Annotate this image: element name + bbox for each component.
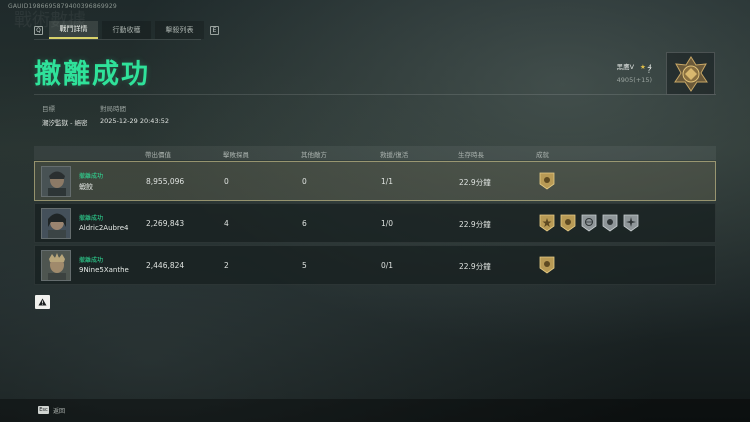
achievement-badges bbox=[539, 214, 644, 232]
col-header-achievements: 成就 bbox=[536, 151, 549, 159]
match-time-label: 對局時間 bbox=[100, 105, 126, 113]
match-time-info: 對局時間 2025-12-29 20:43:52 bbox=[100, 103, 169, 125]
cell-value: 2,269,843 bbox=[146, 219, 185, 228]
cell-others: 0 bbox=[302, 177, 307, 186]
footer-bar bbox=[0, 399, 750, 422]
target-info: 目標 潮汐監獄 - 絕密 bbox=[42, 103, 87, 127]
cell-kills: 4 bbox=[224, 219, 229, 228]
table-row[interactable]: 撤離成功 蝦餃 8,955,096 0 0 1/1 22.9分鐘 bbox=[34, 161, 716, 201]
silver-burst-badge-icon[interactable] bbox=[623, 214, 639, 232]
tab-bar: Q 戰鬥詳情 行動收穫 擊殺列表 E bbox=[34, 21, 219, 39]
rank-name: 黑鷹V bbox=[616, 63, 635, 71]
esc-key-hint[interactable]: Esc bbox=[38, 406, 49, 414]
cell-kills: 0 bbox=[224, 177, 229, 186]
player-name: 蝦餃 bbox=[79, 183, 93, 191]
rank-emblem-icon[interactable] bbox=[666, 52, 715, 95]
cell-others: 6 bbox=[302, 219, 307, 228]
col-header-value: 帶出價值 bbox=[145, 151, 171, 159]
gold-skull-badge-icon[interactable] bbox=[539, 172, 555, 190]
cell-survive: 22.9分鐘 bbox=[459, 262, 491, 271]
tab-kill-list[interactable]: 擊殺列表 bbox=[155, 21, 204, 39]
silver-shield-badge-icon[interactable] bbox=[602, 214, 618, 232]
cell-survive: 22.9分鐘 bbox=[459, 220, 491, 229]
tab-prev-key-hint[interactable]: Q bbox=[34, 25, 43, 35]
back-label[interactable]: 返回 bbox=[53, 406, 65, 415]
tab-next-key-hint[interactable]: E bbox=[210, 25, 219, 35]
rank-score: 4905(+15) bbox=[616, 76, 652, 84]
tab-battle-details[interactable]: 戰鬥詳情 bbox=[49, 21, 98, 39]
col-header-rescue: 救援/復活 bbox=[380, 151, 409, 159]
table-row[interactable]: 撤離成功 9Nine5Xanthe 2,446,824 2 5 0/1 22.9… bbox=[34, 245, 716, 285]
silver-crosshair-badge-icon[interactable] bbox=[581, 214, 597, 232]
cell-value: 8,955,096 bbox=[146, 177, 185, 186]
cell-others: 5 bbox=[302, 261, 307, 270]
table-header: 帶出價值 擊敗探員 其他敵方 救援/復活 生存時長 成就 bbox=[34, 146, 716, 160]
avatar bbox=[41, 166, 71, 197]
page-title: 撤離成功 bbox=[34, 59, 150, 90]
player-status: 撤離成功 bbox=[79, 257, 104, 264]
table-row[interactable]: 撤離成功 Aldric2Aubre4 2,269,843 4 6 1/0 22.… bbox=[34, 203, 716, 243]
player-name: 9Nine5Xanthe bbox=[79, 266, 129, 274]
achievement-badges bbox=[539, 172, 560, 190]
help-icon[interactable]: ? bbox=[647, 66, 651, 75]
achievement-badges bbox=[539, 256, 560, 274]
player-name: Aldric2Aubre4 bbox=[79, 224, 129, 232]
cell-kills: 2 bbox=[224, 261, 229, 270]
cell-rescue: 0/1 bbox=[381, 261, 394, 270]
col-header-others: 其他敵方 bbox=[301, 151, 327, 159]
avatar bbox=[41, 208, 71, 239]
cell-survive: 22.9分鐘 bbox=[459, 178, 491, 187]
col-header-survive: 生存時長 bbox=[458, 151, 484, 159]
cell-rescue: 1/0 bbox=[381, 219, 394, 228]
col-header-kills: 擊敗探員 bbox=[223, 151, 249, 159]
target-value: 潮汐監獄 - 絕密 bbox=[42, 119, 88, 127]
cell-value: 2,446,824 bbox=[146, 261, 185, 270]
gold-star-badge-icon[interactable] bbox=[539, 214, 555, 232]
gold-skull-badge-icon[interactable] bbox=[539, 256, 555, 274]
uid-watermark: GAUID1986695879400396869929 bbox=[8, 3, 117, 10]
avatar bbox=[41, 250, 71, 281]
match-time-value: 2025-12-29 20:43:52 bbox=[100, 117, 170, 125]
tab-underline bbox=[34, 39, 201, 40]
tab-loot[interactable]: 行動收穫 bbox=[102, 21, 151, 39]
header-divider bbox=[34, 94, 716, 95]
gold-skull-badge-icon[interactable] bbox=[560, 214, 576, 232]
report-button[interactable] bbox=[35, 295, 50, 309]
warning-icon bbox=[38, 298, 47, 306]
star-icon: ★ bbox=[640, 63, 646, 71]
target-label: 目標 bbox=[42, 105, 55, 113]
player-status: 撤離成功 bbox=[79, 173, 104, 180]
cell-rescue: 1/1 bbox=[381, 177, 394, 186]
player-status: 撤離成功 bbox=[79, 215, 104, 222]
